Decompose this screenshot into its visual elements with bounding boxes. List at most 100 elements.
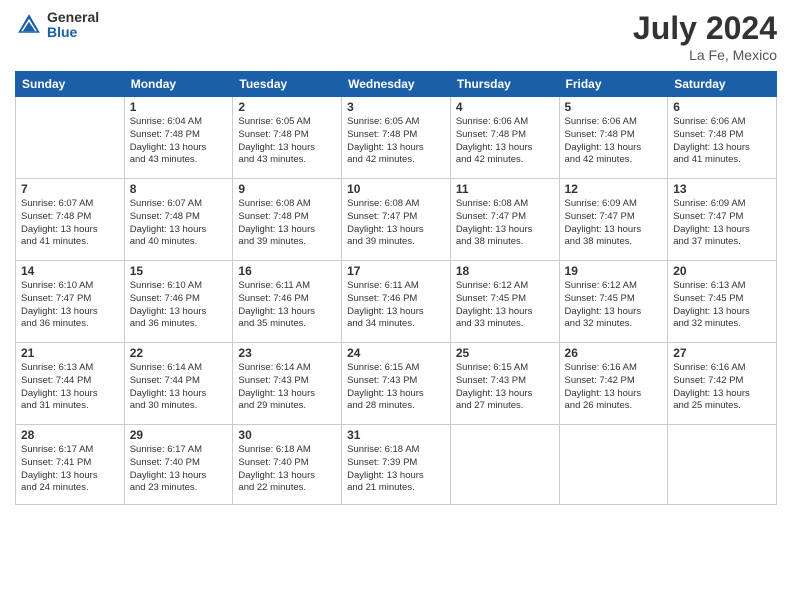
day-info: Sunrise: 6:06 AMSunset: 7:48 PMDaylight:… <box>456 116 554 167</box>
day-info: Sunrise: 6:17 AMSunset: 7:41 PMDaylight:… <box>21 444 119 495</box>
calendar: SundayMondayTuesdayWednesdayThursdayFrid… <box>15 71 777 505</box>
calendar-cell: 10Sunrise: 6:08 AMSunset: 7:47 PMDayligh… <box>342 179 451 261</box>
day-info: Sunrise: 6:18 AMSunset: 7:39 PMDaylight:… <box>347 444 445 495</box>
day-info: Sunrise: 6:05 AMSunset: 7:48 PMDaylight:… <box>347 116 445 167</box>
calendar-header-tuesday: Tuesday <box>233 72 342 97</box>
day-number: 9 <box>238 182 336 196</box>
day-info: Sunrise: 6:08 AMSunset: 7:47 PMDaylight:… <box>456 198 554 249</box>
day-number: 15 <box>130 264 228 278</box>
calendar-cell: 29Sunrise: 6:17 AMSunset: 7:40 PMDayligh… <box>124 425 233 505</box>
calendar-cell: 15 Sunrise: 6:10 AMSunset: 7:46 PMDayligh… <box>124 261 233 343</box>
month-year: July 2024 <box>633 10 777 47</box>
calendar-cell: 30 Sunrise: 6:18 AMSunset: 7:40 PMDayligh… <box>233 425 342 505</box>
calendar-cell: 21 Sunrise: 6:13 AMSunset: 7:44 PMDayligh… <box>16 343 125 425</box>
day-number: 28 <box>21 428 119 442</box>
calendar-cell: 14 Sunrise: 6:10 AMSunset: 7:47 PMDayligh… <box>16 261 125 343</box>
calendar-week-1: 7 Sunrise: 6:07 AMSunset: 7:48 PMDaylight… <box>16 179 777 261</box>
calendar-header-row: SundayMondayTuesdayWednesdayThursdayFrid… <box>16 72 777 97</box>
calendar-cell: 22 Sunrise: 6:14 AMSunset: 7:44 PMDayligh… <box>124 343 233 425</box>
calendar-cell: 31 Sunrise: 6:18 AMSunset: 7:39 PMDayligh… <box>342 425 451 505</box>
calendar-cell: 8 Sunrise: 6:07 AMSunset: 7:48 PMDaylight… <box>124 179 233 261</box>
day-number: 8 <box>130 182 228 196</box>
day-number: 31 <box>347 428 445 442</box>
day-number: 20 <box>673 264 771 278</box>
day-number: 1 <box>130 100 228 114</box>
header: General Blue July 2024 La Fe, Mexico <box>15 10 777 63</box>
day-info: Sunrise: 6:16 AMSunset: 7:42 PMDaylight:… <box>565 362 663 413</box>
calendar-cell: 9 Sunrise: 6:08 AMSunset: 7:48 PMDaylight… <box>233 179 342 261</box>
calendar-cell <box>559 425 668 505</box>
calendar-cell: 2Sunrise: 6:05 AMSunset: 7:48 PMDaylight… <box>233 97 342 179</box>
day-info: Sunrise: 6:07 AMSunset: 7:48 PMDaylight:… <box>21 198 119 249</box>
day-number: 16 <box>238 264 336 278</box>
calendar-cell: 25 Sunrise: 6:15 AMSunset: 7:43 PMDayligh… <box>450 343 559 425</box>
day-number: 21 <box>21 346 119 360</box>
day-info: Sunrise: 6:07 AMSunset: 7:48 PMDaylight:… <box>130 198 228 249</box>
day-info: Sunrise: 6:08 AMSunset: 7:48 PMDaylight:… <box>238 198 336 249</box>
calendar-cell: 11 Sunrise: 6:08 AMSunset: 7:47 PMDayligh… <box>450 179 559 261</box>
calendar-cell: 3 Sunrise: 6:05 AMSunset: 7:48 PMDaylight… <box>342 97 451 179</box>
day-info: Sunrise: 6:06 AMSunset: 7:48 PMDaylight:… <box>673 116 771 167</box>
calendar-cell: 6 Sunrise: 6:06 AMSunset: 7:48 PMDaylight… <box>668 97 777 179</box>
day-info: Sunrise: 6:18 AMSunset: 7:40 PMDaylight:… <box>238 444 336 495</box>
day-number: 18 <box>456 264 554 278</box>
day-number: 4 <box>456 100 554 114</box>
calendar-week-3: 21 Sunrise: 6:13 AMSunset: 7:44 PMDayligh… <box>16 343 777 425</box>
day-info: Sunrise: 6:14 AMSunset: 7:44 PMDaylight:… <box>130 362 228 413</box>
calendar-cell <box>668 425 777 505</box>
calendar-header-friday: Friday <box>559 72 668 97</box>
day-number: 13 <box>673 182 771 196</box>
day-info: Sunrise: 6:17 AMSunset: 7:40 PMDaylight:… <box>130 444 228 495</box>
day-number: 11 <box>456 182 554 196</box>
title-block: July 2024 La Fe, Mexico <box>633 10 777 63</box>
day-info: Sunrise: 6:10 AMSunset: 7:46 PMDaylight:… <box>130 280 228 331</box>
day-number: 10 <box>347 182 445 196</box>
day-number: 12 <box>565 182 663 196</box>
day-number: 3 <box>347 100 445 114</box>
calendar-cell: 5 Sunrise: 6:06 AMSunset: 7:48 PMDaylight… <box>559 97 668 179</box>
page: General Blue July 2024 La Fe, Mexico Sun… <box>0 0 792 612</box>
day-info: Sunrise: 6:04 AMSunset: 7:48 PMDaylight:… <box>130 116 228 167</box>
day-number: 5 <box>565 100 663 114</box>
day-info: Sunrise: 6:13 AMSunset: 7:44 PMDaylight:… <box>21 362 119 413</box>
calendar-cell: 17 Sunrise: 6:11 AMSunset: 7:46 PMDayligh… <box>342 261 451 343</box>
day-number: 14 <box>21 264 119 278</box>
day-number: 27 <box>673 346 771 360</box>
calendar-cell <box>16 97 125 179</box>
logo-general-text: General <box>47 10 99 25</box>
day-info: Sunrise: 6:09 AMSunset: 7:47 PMDaylight:… <box>565 198 663 249</box>
day-info: Sunrise: 6:12 AMSunset: 7:45 PMDaylight:… <box>565 280 663 331</box>
calendar-cell: 19Sunrise: 6:12 AMSunset: 7:45 PMDayligh… <box>559 261 668 343</box>
day-info: Sunrise: 6:10 AMSunset: 7:47 PMDaylight:… <box>21 280 119 331</box>
day-number: 25 <box>456 346 554 360</box>
logo-text: General Blue <box>47 10 99 41</box>
calendar-cell: 23Sunrise: 6:14 AMSunset: 7:43 PMDayligh… <box>233 343 342 425</box>
day-number: 30 <box>238 428 336 442</box>
day-info: Sunrise: 6:06 AMSunset: 7:48 PMDaylight:… <box>565 116 663 167</box>
day-info: Sunrise: 6:11 AMSunset: 7:46 PMDaylight:… <box>347 280 445 331</box>
day-number: 17 <box>347 264 445 278</box>
location: La Fe, Mexico <box>633 47 777 63</box>
calendar-cell: 24Sunrise: 6:15 AMSunset: 7:43 PMDayligh… <box>342 343 451 425</box>
day-number: 6 <box>673 100 771 114</box>
day-info: Sunrise: 6:11 AMSunset: 7:46 PMDaylight:… <box>238 280 336 331</box>
calendar-cell: 1 Sunrise: 6:04 AMSunset: 7:48 PMDaylight… <box>124 97 233 179</box>
calendar-cell: 7 Sunrise: 6:07 AMSunset: 7:48 PMDaylight… <box>16 179 125 261</box>
calendar-cell: 27Sunrise: 6:16 AMSunset: 7:42 PMDayligh… <box>668 343 777 425</box>
logo: General Blue <box>15 10 99 41</box>
calendar-cell: 12 Sunrise: 6:09 AMSunset: 7:47 PMDayligh… <box>559 179 668 261</box>
calendar-cell: 18Sunrise: 6:12 AMSunset: 7:45 PMDayligh… <box>450 261 559 343</box>
calendar-cell: 26Sunrise: 6:16 AMSunset: 7:42 PMDayligh… <box>559 343 668 425</box>
calendar-cell: 4 Sunrise: 6:06 AMSunset: 7:48 PMDaylight… <box>450 97 559 179</box>
calendar-header-saturday: Saturday <box>668 72 777 97</box>
calendar-header-monday: Monday <box>124 72 233 97</box>
day-number: 7 <box>21 182 119 196</box>
day-number: 23 <box>238 346 336 360</box>
calendar-cell <box>450 425 559 505</box>
day-info: Sunrise: 6:13 AMSunset: 7:45 PMDaylight:… <box>673 280 771 331</box>
calendar-header-wednesday: Wednesday <box>342 72 451 97</box>
day-number: 22 <box>130 346 228 360</box>
logo-icon <box>15 11 43 39</box>
calendar-header-sunday: Sunday <box>16 72 125 97</box>
day-info: Sunrise: 6:15 AMSunset: 7:43 PMDaylight:… <box>456 362 554 413</box>
